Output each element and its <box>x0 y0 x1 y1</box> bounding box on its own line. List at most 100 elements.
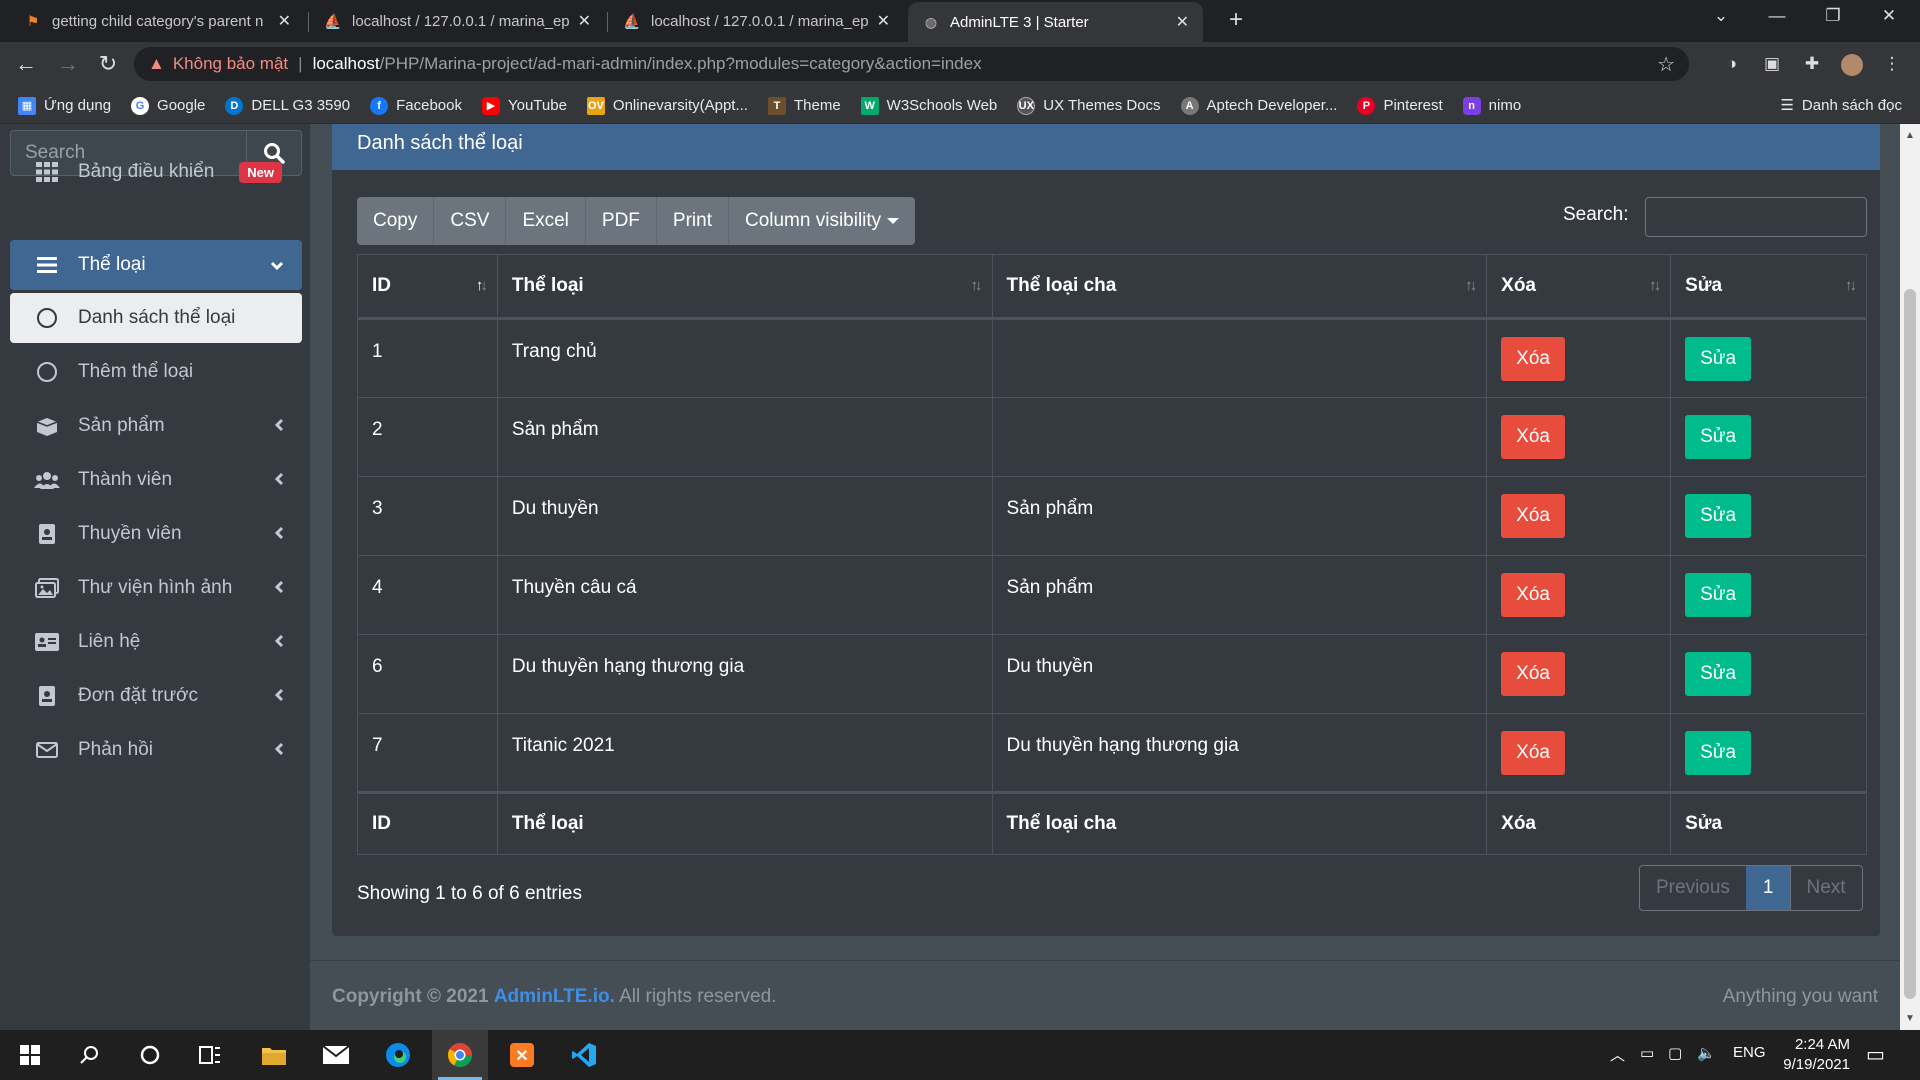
sidebar-item-feedback[interactable]: Phản hồi <box>10 725 302 775</box>
sidebar-subitem-category-add[interactable]: Thêm thể loại <box>10 347 302 397</box>
column-header-name[interactable]: Thể loại ↑↓ <box>496 254 993 320</box>
bookmark-item[interactable]: D DELL G3 3590 <box>225 96 350 115</box>
bookmark-item[interactable]: f Facebook <box>370 96 462 115</box>
address-bar[interactable]: ▲ Không bảo mật | localhost /PHP/Marina-… <box>134 47 1689 81</box>
bookmark-item[interactable]: W W3Schools Web <box>860 96 997 115</box>
sidebar-item-dashboard[interactable]: Bảng điều khiển New <box>10 147 302 197</box>
delete-button[interactable]: Xóa <box>1501 652 1565 696</box>
pdf-button[interactable]: PDF <box>584 197 656 245</box>
back-icon[interactable]: ← <box>12 51 40 77</box>
column-visibility-button[interactable]: Column visibility <box>727 197 915 245</box>
scroll-up-icon[interactable]: ▲ <box>1905 130 1915 141</box>
bookmark-item[interactable]: ▦ Ứng dụng <box>18 96 111 115</box>
minimize-icon[interactable]: — <box>1762 6 1792 26</box>
close-icon[interactable]: ✕ <box>578 11 591 31</box>
delete-button[interactable]: Xóa <box>1501 573 1565 617</box>
reload-icon[interactable]: ↻ <box>94 51 122 77</box>
security-label[interactable]: Không bảo mật <box>173 54 288 74</box>
browser-tab[interactable]: ⛵ localhost / 127.0.0.1 / marina_ep ✕ <box>310 0 605 42</box>
edit-button[interactable]: Sửa <box>1685 573 1752 617</box>
column-header-edit[interactable]: Sửa ↑↓ <box>1670 254 1867 320</box>
sidebar-item-crew[interactable]: Thuyền viên <box>10 509 302 559</box>
network-icon[interactable]: ▢ <box>1668 1044 1682 1062</box>
url-path: /PHP/Marina-project/ad-mari-admin/index.… <box>379 54 982 73</box>
delete-button[interactable]: Xóa <box>1501 730 1565 775</box>
footer-brand-link[interactable]: AdminLTE.io. <box>494 986 615 1007</box>
vscode-icon[interactable] <box>556 1030 612 1080</box>
bookmark-star-icon[interactable]: ☆ <box>1657 52 1675 77</box>
sidebar-item-category[interactable]: Thể loại <box>10 240 302 290</box>
tray-chevron-up-icon[interactable]: ︿ <box>1610 1044 1625 1065</box>
browser-tab-active[interactable]: ◍ AdminLTE 3 | Starter ✕ <box>908 2 1203 42</box>
bookmark-item[interactable]: n nimo <box>1462 96 1521 115</box>
restore-icon[interactable]: ❐ <box>1818 6 1848 26</box>
page-1-button[interactable]: 1 <box>1745 866 1791 910</box>
tab-search-icon[interactable]: ⌄ <box>1706 6 1736 26</box>
battery-icon[interactable]: ▭ <box>1640 1044 1654 1062</box>
url-host: localhost <box>312 54 380 73</box>
next-button[interactable]: Next <box>1790 866 1862 910</box>
edit-button[interactable]: Sửa <box>1685 336 1752 381</box>
bookmark-item[interactable]: T Theme <box>767 96 841 115</box>
edit-button[interactable]: Sửa <box>1685 730 1752 775</box>
copy-button[interactable]: Copy <box>357 197 433 245</box>
scroll-down-icon[interactable]: ▼ <box>1905 1013 1915 1024</box>
forward-icon[interactable]: → <box>54 51 82 77</box>
browser-tab[interactable]: ⛵ localhost / 127.0.0.1 / marina_ep ✕ <box>609 0 904 42</box>
file-explorer-icon[interactable] <box>246 1030 302 1080</box>
mail-icon[interactable] <box>308 1030 364 1080</box>
delete-button[interactable]: Xóa <box>1501 494 1565 538</box>
previous-button[interactable]: Previous <box>1640 866 1746 910</box>
reading-list-label: Danh sách đọc <box>1801 96 1902 114</box>
notifications-icon[interactable]: ▭ <box>1866 1042 1885 1067</box>
browser-tab[interactable]: ⚑ getting child category's parent n ✕ <box>10 0 305 42</box>
bookmark-item[interactable]: A Aptech Developer... <box>1180 96 1337 115</box>
edit-button[interactable]: Sửa <box>1685 415 1752 459</box>
system-clock[interactable]: 2:24 AM 9/19/2021 <box>1760 1035 1850 1075</box>
close-icon[interactable]: ✕ <box>877 11 890 31</box>
camera-icon[interactable]: ▣ <box>1761 54 1783 76</box>
search-icon[interactable] <box>62 1030 118 1080</box>
new-tab-button[interactable]: + <box>1222 6 1250 34</box>
chrome-icon[interactable] <box>432 1030 488 1080</box>
sidebar-item-contact[interactable]: Liên hệ <box>10 617 302 667</box>
cortana-icon[interactable] <box>122 1030 178 1080</box>
close-icon[interactable]: ✕ <box>278 11 291 31</box>
column-header-parent[interactable]: Thể loại cha ↑↓ <box>991 254 1488 320</box>
sidebar-item-bookings[interactable]: Đơn đặt trước <box>10 671 302 721</box>
bookmark-item[interactable]: UX UX Themes Docs <box>1017 96 1161 115</box>
scrollbar-thumb[interactable] <box>1904 289 1916 999</box>
csv-button[interactable]: CSV <box>433 197 505 245</box>
edge-icon[interactable] <box>370 1030 426 1080</box>
edit-button[interactable]: Sửa <box>1685 494 1752 538</box>
column-header-id[interactable]: ID ↑↓ <box>357 254 498 320</box>
xampp-icon[interactable]: ✕ <box>494 1030 550 1080</box>
extensions-puzzle-icon[interactable]: ✚ <box>1801 54 1823 76</box>
browser-menu-icon[interactable]: ⋮ <box>1881 54 1903 76</box>
excel-button[interactable]: Excel <box>505 197 584 245</box>
profile-avatar[interactable] <box>1841 54 1863 76</box>
reading-list[interactable]: ☰ Danh sách đọc <box>1780 96 1902 115</box>
edit-button[interactable]: Sửa <box>1685 652 1752 696</box>
task-view-icon[interactable] <box>182 1030 238 1080</box>
print-button[interactable]: Print <box>655 197 728 245</box>
window-close-icon[interactable]: ✕ <box>1874 6 1904 26</box>
sidebar-item-members[interactable]: Thành viên <box>10 455 302 505</box>
close-icon[interactable]: ✕ <box>1176 12 1189 32</box>
sidebar-subitem-category-list[interactable]: Danh sách thể loại <box>10 293 302 343</box>
bookmark-item[interactable]: ▶ YouTube <box>481 96 567 115</box>
cell-name: Thuyền câu cá <box>496 555 993 635</box>
bookmark-item[interactable]: G Google <box>131 96 205 115</box>
windows-start-icon[interactable] <box>2 1030 58 1080</box>
sidebar-item-gallery[interactable]: Thư viện hình ảnh <box>10 563 302 613</box>
bookmark-item[interactable]: OV Onlinevarsity(Appt... <box>586 96 748 115</box>
bookmark-item[interactable]: P Pinterest <box>1357 96 1443 115</box>
delete-button[interactable]: Xóa <box>1501 336 1565 381</box>
extension-color-icon[interactable]: ◑ <box>1721 54 1743 76</box>
volume-icon[interactable]: 🔈 <box>1697 1044 1716 1062</box>
page-scrollbar[interactable]: ▲ ▼ <box>1900 124 1920 1030</box>
column-header-delete[interactable]: Xóa ↑↓ <box>1486 254 1672 320</box>
delete-button[interactable]: Xóa <box>1501 415 1565 459</box>
table-search-input[interactable] <box>1645 197 1867 237</box>
sidebar-item-products[interactable]: Sản phẩm <box>10 401 302 451</box>
